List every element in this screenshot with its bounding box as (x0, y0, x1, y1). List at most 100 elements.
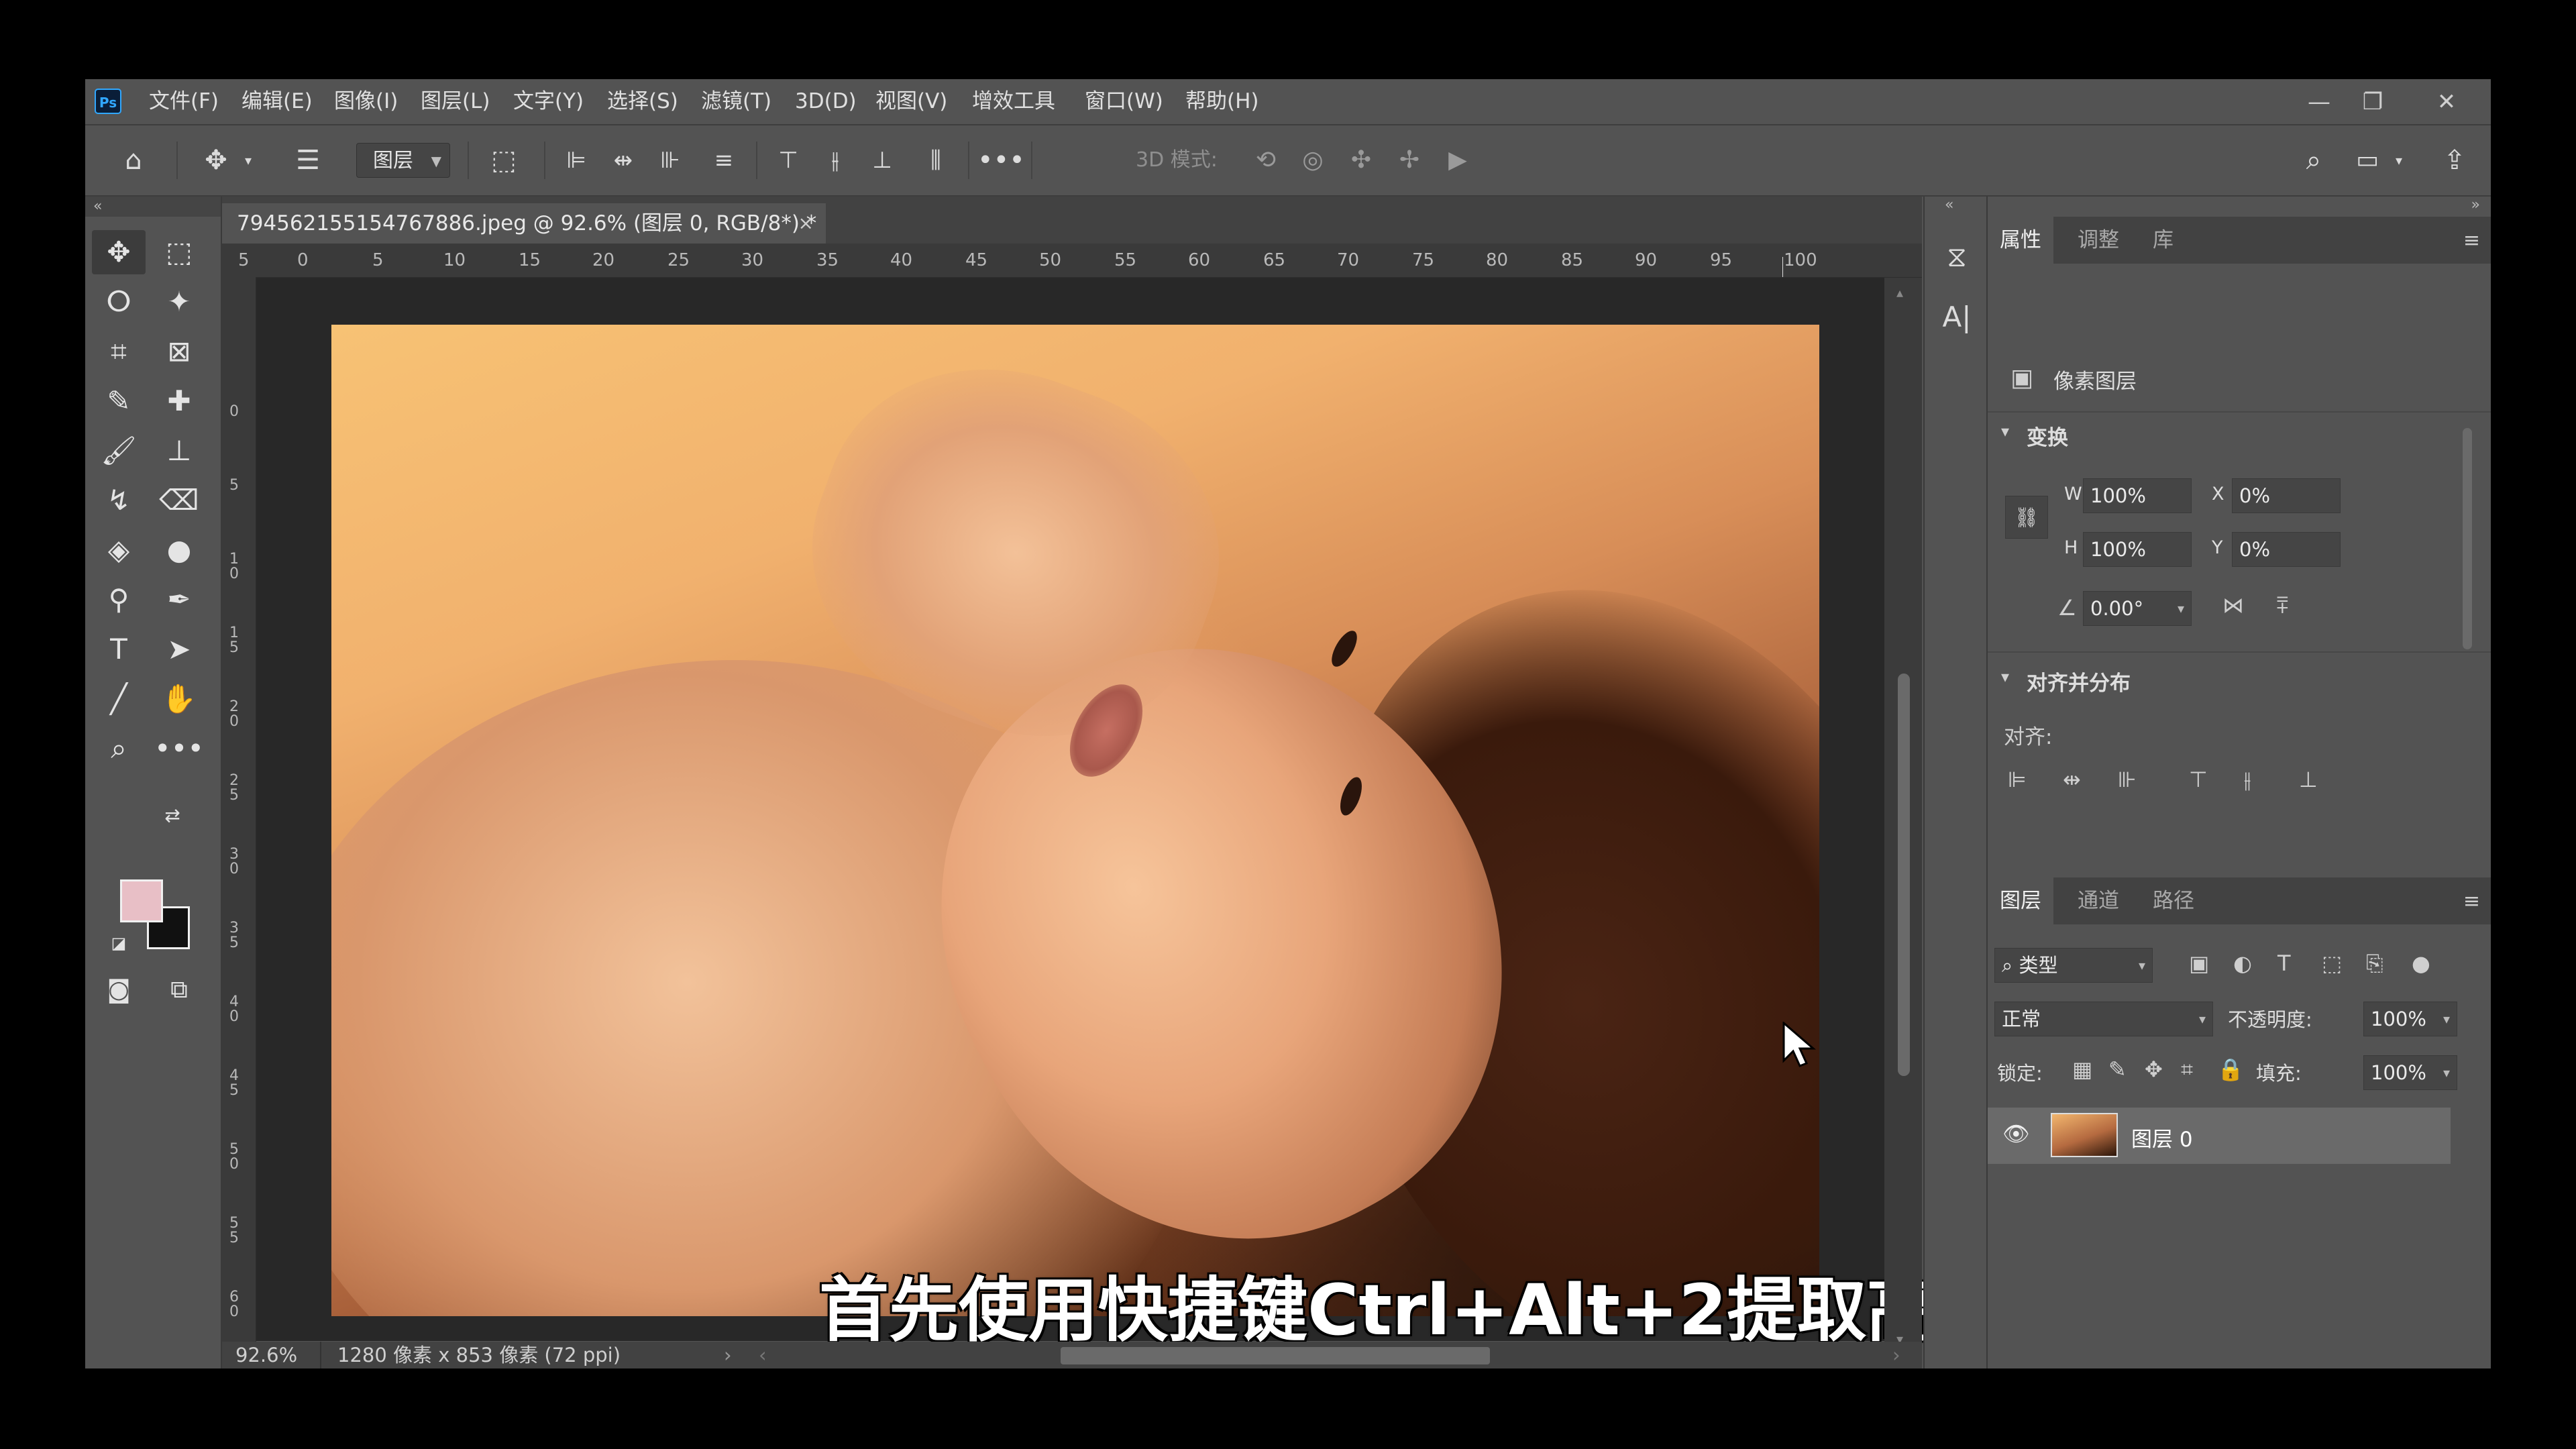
menu-type[interactable]: 文字(Y) (513, 79, 584, 124)
align-center-h-icon[interactable]: ⇹ (602, 139, 645, 182)
layer-filter-dropdown[interactable]: ⌕ 类型 ▾ (1994, 948, 2153, 983)
close-icon[interactable]: ✕ (2426, 86, 2467, 118)
character-panel-icon[interactable]: A| (1937, 297, 1977, 337)
lock-position-icon[interactable]: ✥ (2145, 1057, 2163, 1082)
distribute-icon[interactable]: ≡ (702, 139, 745, 182)
history-brush-tool-icon[interactable]: ↯ (92, 478, 146, 523)
tab-paths[interactable]: 路径 (2153, 877, 2194, 924)
align-horizontal-centers-icon[interactable]: ⇹ (2063, 767, 2081, 792)
3d-slide-icon[interactable]: ✢ (1389, 139, 1430, 182)
type-tool-icon[interactable]: T (92, 627, 146, 672)
transform-controls-icon[interactable]: ⬚ (482, 139, 525, 182)
paint-bucket-tool-icon[interactable]: ◈ (92, 528, 146, 572)
zoom-level[interactable]: 92.6% (235, 1342, 297, 1368)
swap-colors-icon[interactable]: ⇄ (159, 794, 186, 838)
magic-wand-tool-icon[interactable]: ✦ (152, 280, 206, 324)
chevron-down-icon[interactable]: ▾ (2001, 667, 2009, 686)
align-bottom-icon[interactable]: ⊥ (861, 139, 904, 182)
lasso-tool-icon[interactable]: ⵔ (92, 280, 146, 324)
home-icon[interactable]: ⌂ (112, 139, 155, 182)
filter-toggle-icon[interactable]: ● (2412, 951, 2430, 976)
3d-camera-icon[interactable]: ▶ (1438, 139, 1478, 182)
pen-tool-icon[interactable]: ✒ (152, 578, 206, 622)
eye-visibility-icon[interactable]: 👁 (2002, 1121, 2030, 1146)
opacity-input[interactable]: 100% ▾ (2363, 1002, 2457, 1036)
crop-tool-icon[interactable]: ⌗ (92, 329, 146, 374)
width-input[interactable]: 100% (2083, 478, 2192, 513)
vertical-scrollbar[interactable]: ▴ ▾ (1884, 278, 1922, 1354)
more-options-icon[interactable]: ••• (977, 139, 1025, 182)
eraser-tool-icon[interactable]: ⌫ (152, 478, 206, 523)
menu-edit[interactable]: 编辑(E) (241, 79, 313, 124)
search-icon[interactable]: ⌕ (2292, 139, 2335, 182)
align-middle-v-icon[interactable]: ⫲ (814, 139, 857, 182)
menu-window[interactable]: 窗口(W) (1085, 79, 1163, 124)
menu-select[interactable]: 选择(S) (607, 79, 678, 124)
quick-mask-icon[interactable]: ◙ (92, 968, 146, 1012)
filter-smart-object-icon[interactable]: ⎘ (2366, 951, 2383, 977)
more-tools-icon[interactable]: ••• (152, 727, 206, 771)
align-top-edges-icon[interactable]: ⊤ (2189, 767, 2208, 792)
healing-brush-tool-icon[interactable]: ✚ (152, 379, 206, 423)
3d-roll-icon[interactable]: ◎ (1293, 139, 1333, 182)
workspace-icon[interactable]: ▭ (2346, 139, 2389, 182)
tab-properties[interactable]: 属性 (1988, 217, 2053, 264)
minimize-icon[interactable]: — (2299, 86, 2339, 118)
angle-input[interactable]: 0.00° ▾ (2083, 591, 2192, 626)
layer-name[interactable]: 图层 0 (2131, 1122, 2193, 1152)
auto-select-target-dropdown[interactable]: 图层 ▼ (356, 143, 450, 178)
3d-orbit-icon[interactable]: ⟲ (1246, 139, 1286, 182)
height-input[interactable]: 100% (2083, 532, 2192, 567)
collapse-panel-icon[interactable]: « (85, 197, 221, 217)
tab-channels[interactable]: 通道 (2078, 877, 2119, 924)
menu-help[interactable]: 帮助(H) (1185, 79, 1259, 124)
brush-tool-icon[interactable]: 🖌 (92, 429, 146, 473)
expand-panels-icon[interactable]: « (1945, 197, 1953, 213)
align-right-edges-icon[interactable]: ⊪ (2118, 767, 2137, 792)
align-top-icon[interactable]: ⊤ (767, 139, 810, 182)
dodge-tool-icon[interactable]: ⚲ (92, 578, 146, 622)
blend-mode-dropdown[interactable]: 正常 ▾ (1994, 1002, 2213, 1036)
y-input[interactable]: 0% (2232, 532, 2341, 567)
filter-shape-icon[interactable]: ⬚ (2322, 951, 2342, 976)
align-left-icon[interactable]: ⊫ (555, 139, 598, 182)
menu-filter[interactable]: 滤镜(T) (701, 79, 771, 124)
document-tab[interactable]: 794562155154767886.jpeg @ 92.6% (图层 0, R… (222, 203, 826, 244)
restore-icon[interactable]: ❐ (2353, 86, 2393, 118)
filter-pixel-icon[interactable]: ▣ (2189, 951, 2209, 976)
stamp-tool-icon[interactable]: ⊥ (152, 429, 206, 473)
distribute-vertical-icon[interactable]: ⫼ (914, 139, 957, 182)
lock-image-icon[interactable]: ✎ (2108, 1057, 2127, 1082)
scroll-right-icon[interactable]: › (1892, 1342, 1900, 1368)
flip-horizontal-icon[interactable]: ⋈ (2222, 592, 2244, 618)
horizontal-scroll-thumb[interactable] (1061, 1347, 1490, 1364)
default-colors-icon[interactable]: ◪ (105, 921, 132, 965)
lock-all-icon[interactable]: 🔒 (2217, 1057, 2244, 1082)
collapse-panels-icon[interactable]: » (2471, 197, 2480, 213)
lock-artboard-icon[interactable]: ⌗ (2181, 1057, 2193, 1083)
share-icon[interactable]: ⇪ (2433, 139, 2476, 182)
canvas-image[interactable] (331, 325, 1819, 1316)
close-tab-icon[interactable]: × (798, 203, 814, 244)
path-selection-tool-icon[interactable]: ➤ (152, 627, 206, 672)
x-input[interactable]: 0% (2232, 478, 2341, 513)
line-tool-icon[interactable]: ╱ (92, 677, 146, 721)
layer-row[interactable]: 👁 图层 0 (1988, 1108, 2451, 1164)
properties-scrollbar[interactable] (2463, 428, 2472, 649)
zoom-tool-icon[interactable]: ⌕ (92, 727, 146, 771)
chevron-right-icon[interactable]: › (724, 1342, 732, 1368)
tab-adjustments[interactable]: 调整 (2078, 217, 2119, 264)
lock-transparent-icon[interactable]: ▦ (2072, 1057, 2092, 1082)
move-tool-icon[interactable]: ✥ (92, 230, 146, 274)
menu-image[interactable]: 图像(I) (334, 79, 398, 124)
chevron-down-icon[interactable]: ▾ (2389, 139, 2409, 182)
menu-view[interactable]: 视图(V) (875, 79, 947, 124)
align-bottom-edges-icon[interactable]: ⊥ (2299, 767, 2318, 792)
link-icon[interactable]: ⛓ (2005, 496, 2048, 539)
flip-vertical-icon[interactable]: ⩱ (2276, 592, 2289, 619)
3d-pan-icon[interactable]: ✣ (1341, 139, 1381, 182)
hand-tool-icon[interactable]: ✋ (152, 677, 206, 721)
align-vertical-centers-icon[interactable]: ⫲ (2244, 767, 2251, 793)
menu-plugins[interactable]: 增效工具 (972, 79, 1055, 124)
history-panel-icon[interactable]: ⧖ (1937, 237, 1977, 277)
